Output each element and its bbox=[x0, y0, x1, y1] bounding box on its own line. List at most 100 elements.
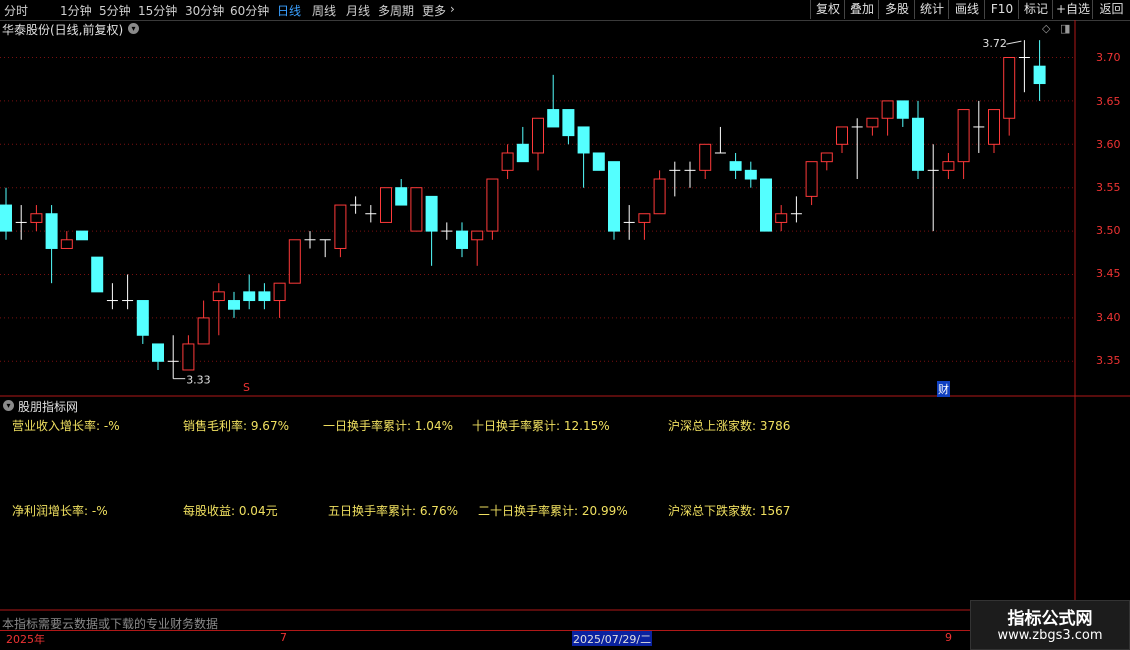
candle bbox=[1033, 40, 1046, 101]
chart-title-dropdown-icon[interactable]: ▾ bbox=[128, 23, 139, 34]
turnover-20d-value: 二十日换手率累计: 20.99% bbox=[478, 504, 628, 518]
candle-body bbox=[501, 152, 514, 171]
period-tab-60min[interactable]: 60分钟 bbox=[230, 2, 269, 19]
candle-body bbox=[957, 109, 970, 163]
more-arrow-icon[interactable]: › bbox=[450, 2, 455, 16]
indicator-dropdown-icon[interactable]: ▾ bbox=[3, 400, 14, 411]
month-label: 9 bbox=[945, 631, 952, 644]
candle-body bbox=[228, 300, 240, 310]
candle bbox=[380, 187, 392, 223]
turnover-1d-value: 一日换手率累计: 1.04% bbox=[323, 419, 453, 433]
price-label: 3.60 bbox=[1096, 138, 1121, 151]
candle-body bbox=[836, 126, 848, 145]
time-axis[interactable] bbox=[0, 630, 1130, 647]
period-tab-1min[interactable]: 1分钟 bbox=[60, 2, 92, 19]
back-button[interactable]: 返回 bbox=[1092, 0, 1130, 19]
price-label: 3.40 bbox=[1096, 311, 1121, 324]
candle bbox=[973, 100, 985, 153]
price-label: 3.35 bbox=[1096, 354, 1121, 367]
price-label: 3.50 bbox=[1096, 224, 1121, 237]
candle bbox=[197, 300, 210, 345]
price-label: 3.70 bbox=[1096, 51, 1121, 64]
period-tab-5min[interactable]: 5分钟 bbox=[99, 2, 131, 19]
low-price-annotation: 3.33 bbox=[186, 374, 211, 387]
period-tab-daily[interactable]: 日线 bbox=[277, 2, 301, 19]
diamond-icon[interactable]: ◇ bbox=[1042, 22, 1050, 35]
period-tab-15min[interactable]: 15分钟 bbox=[138, 2, 177, 19]
candle bbox=[182, 335, 195, 371]
price-grid bbox=[0, 57, 1075, 362]
candle-body bbox=[1003, 57, 1016, 119]
draw-line-button[interactable]: 画线 bbox=[948, 0, 985, 19]
candle-body bbox=[410, 187, 423, 232]
candle bbox=[577, 126, 590, 188]
high-price-annotation: 3.72 bbox=[982, 37, 1007, 50]
price-label: 3.45 bbox=[1096, 267, 1121, 280]
month-label: 7 bbox=[280, 631, 287, 644]
candle-body bbox=[562, 109, 575, 137]
candle bbox=[851, 118, 863, 180]
candle-body bbox=[45, 213, 58, 249]
finance-marker[interactable]: 财 bbox=[937, 381, 950, 397]
candle bbox=[820, 152, 833, 171]
candle-body bbox=[182, 343, 195, 371]
candle bbox=[136, 300, 149, 344]
price-label: 3.65 bbox=[1096, 95, 1121, 108]
candle bbox=[547, 74, 560, 128]
multi-stock-button[interactable]: 多股 bbox=[878, 0, 915, 19]
f10-button[interactable]: F10 bbox=[984, 0, 1019, 19]
candle bbox=[471, 230, 484, 266]
candle bbox=[365, 205, 377, 223]
candle-body bbox=[577, 126, 590, 154]
candle-body bbox=[1033, 65, 1046, 85]
mark-button[interactable]: 标记 bbox=[1018, 0, 1053, 19]
period-tab-more[interactable]: 更多 bbox=[422, 2, 446, 19]
candle bbox=[669, 161, 681, 197]
candle bbox=[1003, 57, 1016, 136]
signal-s-marker[interactable]: S bbox=[243, 381, 250, 394]
period-tab-timeshare[interactable]: 分时 bbox=[4, 2, 28, 19]
candle bbox=[319, 239, 331, 258]
revenue-growth-value: 营业收入增长率: -% bbox=[12, 419, 120, 433]
statistics-button[interactable]: 统计 bbox=[914, 0, 949, 19]
restore-rights-button[interactable]: 复权 bbox=[810, 0, 845, 19]
candle-body bbox=[456, 230, 468, 249]
candle bbox=[152, 343, 164, 370]
panel-toggle-icon[interactable]: ◨ bbox=[1060, 22, 1070, 35]
candle bbox=[258, 283, 271, 310]
candle bbox=[350, 196, 362, 214]
candle bbox=[410, 187, 423, 232]
candle-body bbox=[866, 117, 879, 128]
candlestick-series bbox=[0, 40, 1046, 379]
period-tab-30min[interactable]: 30分钟 bbox=[185, 2, 224, 19]
candle bbox=[805, 161, 818, 206]
net-profit-growth-value: 净利润增长率: -% bbox=[12, 504, 108, 518]
candle-body bbox=[744, 169, 757, 180]
candle bbox=[76, 230, 88, 241]
period-tab-multi[interactable]: 多周期 bbox=[378, 2, 414, 19]
candle-body bbox=[197, 317, 210, 345]
watermark-url: www.zbgs3.com bbox=[997, 628, 1103, 643]
period-tab-monthly[interactable]: 月线 bbox=[346, 2, 370, 19]
add-watchlist-button[interactable]: +自选 bbox=[1052, 0, 1093, 19]
chart-title: 华泰股份(日线,前复权) bbox=[2, 23, 124, 37]
period-tab-weekly[interactable]: 周线 bbox=[312, 2, 336, 19]
candle-body bbox=[608, 161, 620, 232]
candle bbox=[395, 179, 408, 206]
candle bbox=[425, 195, 438, 266]
candle bbox=[1018, 40, 1030, 93]
chart-annotations: 3.72 3.33 bbox=[173, 37, 1022, 387]
selected-date-label: 2025/07/29/二 bbox=[572, 631, 653, 646]
candle bbox=[30, 205, 43, 232]
candle-body bbox=[273, 282, 286, 302]
candle bbox=[592, 152, 605, 171]
candle-body bbox=[136, 300, 149, 336]
overlay-button[interactable]: 叠加 bbox=[844, 0, 879, 19]
candle-body bbox=[912, 117, 924, 171]
watermark-title: 指标公式网 bbox=[1007, 609, 1093, 629]
kline-chart[interactable]: 3.72 3.33 bbox=[0, 20, 1130, 630]
candle bbox=[106, 283, 118, 310]
price-label: 3.55 bbox=[1096, 181, 1121, 194]
candle-body bbox=[547, 109, 560, 128]
candle-body bbox=[516, 143, 529, 163]
